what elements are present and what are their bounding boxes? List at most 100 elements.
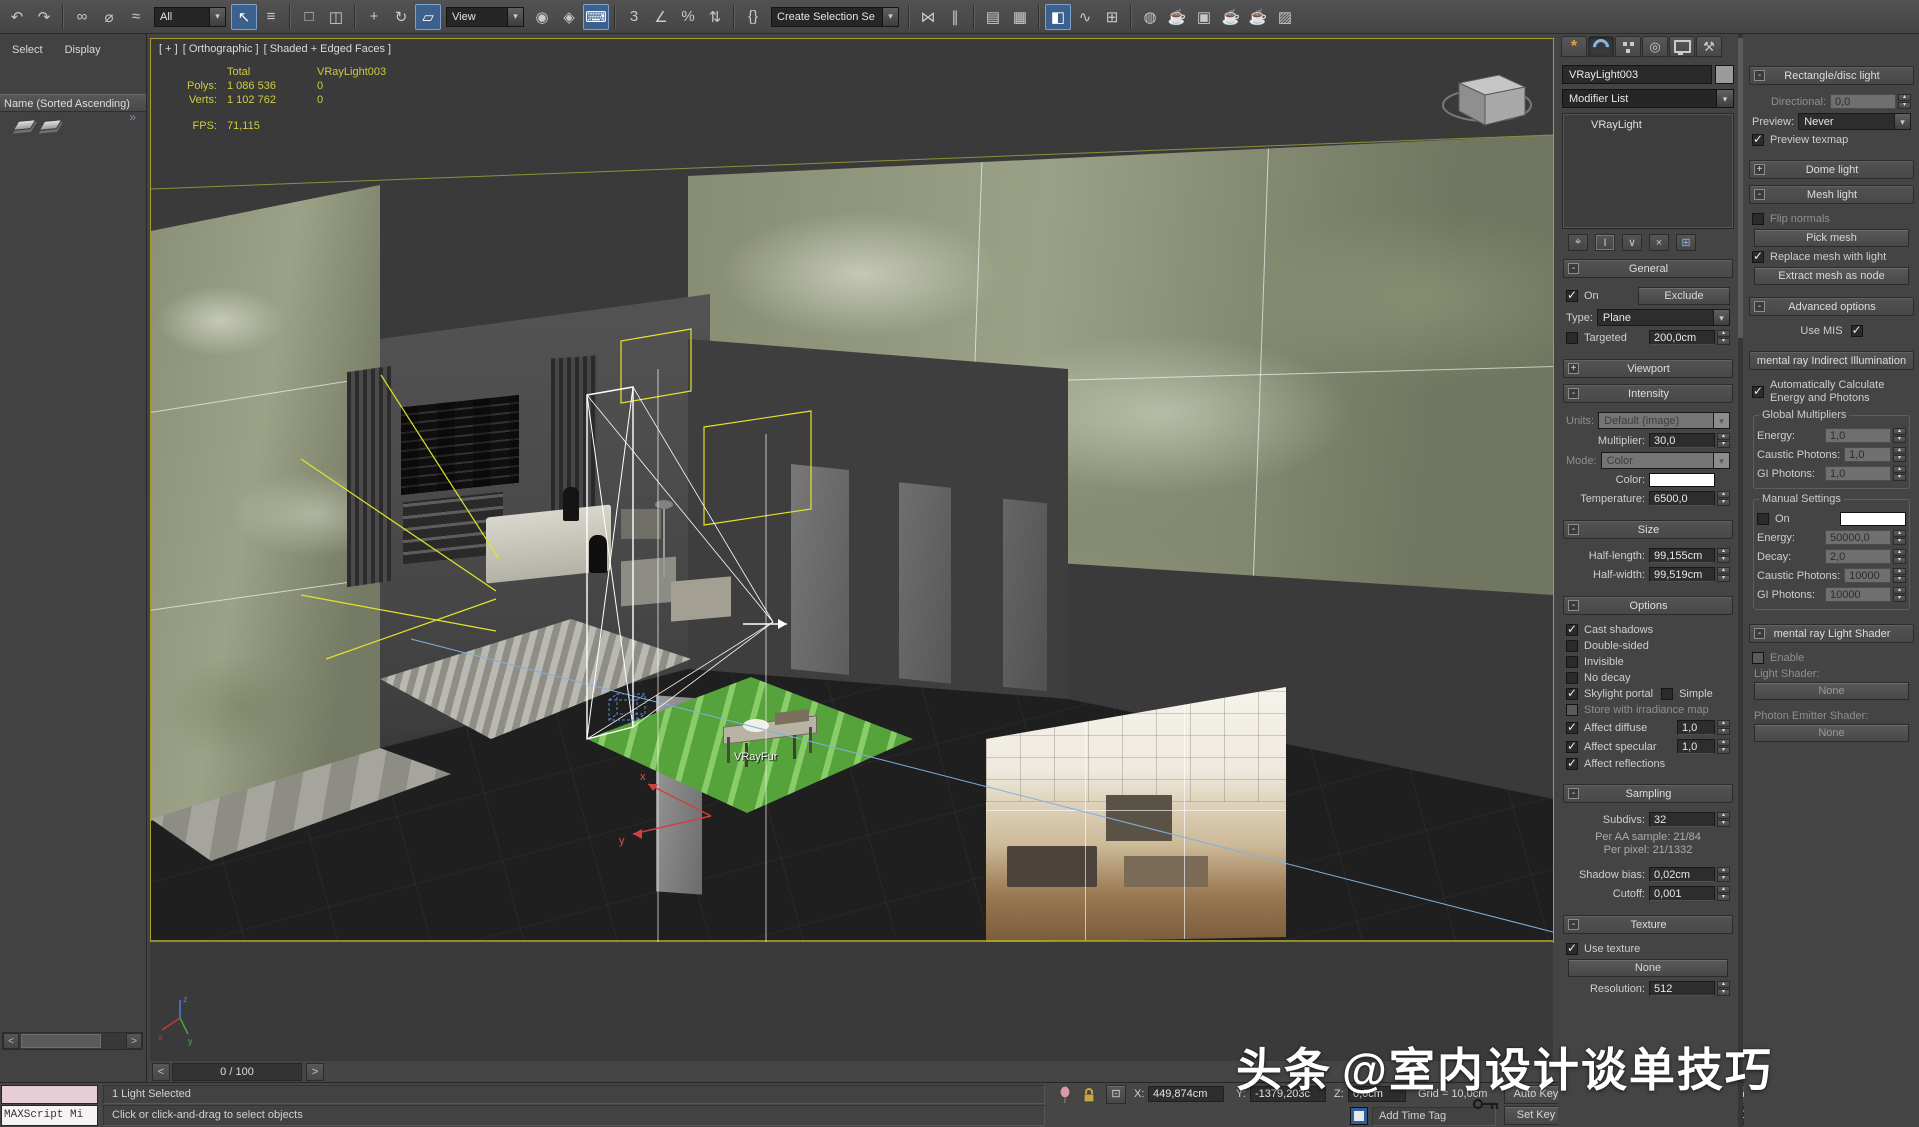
rendered-frame-icon[interactable]: ▣ <box>1191 4 1217 30</box>
command-panel-scrollbar[interactable] <box>1738 34 1743 1127</box>
modifier-stack-item[interactable]: VRayLight <box>1563 117 1733 134</box>
render-setup-icon[interactable]: ☕ <box>1164 4 1190 30</box>
extract-mesh-button[interactable]: Extract mesh as node <box>1754 267 1909 285</box>
cutoff-field[interactable]: 0,001 <box>1649 886 1715 901</box>
percent-snap-icon[interactable]: % <box>675 4 701 30</box>
reference-coordinate-dropdown[interactable]: View▾ <box>446 7 524 27</box>
skylight-portal-checkbox[interactable] <box>1566 688 1578 700</box>
rollout-viewport[interactable]: +Viewport <box>1563 359 1733 378</box>
tab-motion[interactable]: ◎ <box>1642 36 1668 57</box>
show-end-result-icon[interactable]: I <box>1595 234 1615 251</box>
texture-none-button[interactable]: None <box>1568 959 1728 977</box>
maxscript-mini-listener-pink[interactable] <box>1 1085 98 1104</box>
manual-color-swatch[interactable] <box>1840 512 1906 526</box>
environment-dialog-icon[interactable]: ▨ <box>1272 4 1298 30</box>
select-and-move-icon[interactable]: + <box>361 4 387 30</box>
collapse-icon[interactable]: - <box>1568 919 1579 930</box>
collapse-icon[interactable]: - <box>1568 524 1579 535</box>
use-pivot-center-icon[interactable]: ◉ <box>529 4 555 30</box>
scroll-left-icon[interactable]: < <box>3 1033 19 1049</box>
rollout-mesh-light[interactable]: -Mesh light <box>1749 185 1914 204</box>
scrollbar-thumb[interactable] <box>1738 38 1743 338</box>
mirror-icon[interactable]: ⋈ <box>915 4 941 30</box>
collapse-icon[interactable]: - <box>1754 628 1765 639</box>
collapse-icon[interactable]: - <box>1568 263 1579 274</box>
time-slider-field[interactable]: 0 / 100 <box>172 1063 302 1081</box>
collapse-icon[interactable]: - <box>1568 600 1579 611</box>
collapse-icon[interactable]: - <box>1568 788 1579 799</box>
subdivs-field[interactable]: 32 <box>1649 812 1715 827</box>
use-mis-checkbox[interactable] <box>1851 325 1863 337</box>
preview-texmap-checkbox[interactable] <box>1752 134 1764 146</box>
light-color-swatch[interactable] <box>1649 473 1715 487</box>
resolution-spinner[interactable]: ▴▾ <box>1717 981 1730 996</box>
named-selection-sets-dropdown[interactable]: Create Selection Se▾ <box>771 7 899 27</box>
preview-dropdown[interactable]: Never▾ <box>1798 113 1911 130</box>
half-width-field[interactable]: 99,519cm <box>1649 567 1715 582</box>
explorer-menu-display[interactable]: Display <box>65 44 101 56</box>
rollout-mr-light-shader[interactable]: -mental ray Light Shader <box>1749 624 1914 643</box>
rollout-mr-indirect-illumination[interactable]: mental ray Indirect Illumination <box>1749 351 1914 370</box>
scrollbar-thumb[interactable] <box>21 1034 101 1048</box>
ribbon-toggle-icon[interactable]: ▦ <box>1007 4 1033 30</box>
rollout-size[interactable]: -Size <box>1563 520 1733 539</box>
resolution-field[interactable]: 512 <box>1649 981 1715 996</box>
select-and-manipulate-icon[interactable]: ◈ <box>556 4 582 30</box>
pin-stack-icon[interactable]: ⌖ <box>1568 234 1588 251</box>
cast-shadows-checkbox[interactable] <box>1566 624 1578 636</box>
bind-to-space-warp-icon[interactable]: ≈ <box>123 4 149 30</box>
coord-x-field[interactable]: 449,874cm <box>1148 1086 1224 1102</box>
type-dropdown[interactable]: Plane▾ <box>1597 309 1730 326</box>
object-color-swatch[interactable] <box>1715 65 1734 84</box>
select-and-rotate-icon[interactable]: ↻ <box>388 4 414 30</box>
edit-named-selections-icon[interactable]: {} <box>740 4 766 30</box>
affect-specular-checkbox[interactable] <box>1566 741 1578 753</box>
select-by-name-icon[interactable]: ≡ <box>258 4 284 30</box>
viewcube[interactable] <box>1443 75 1531 125</box>
collapse-icon[interactable]: - <box>1754 189 1765 200</box>
explorer-horizontal-scrollbar[interactable]: < > <box>2 1032 143 1050</box>
rectangular-selection-icon[interactable]: □ <box>296 4 322 30</box>
affect-diffuse-checkbox[interactable] <box>1566 722 1578 734</box>
tab-display[interactable] <box>1669 36 1695 57</box>
shadow-bias-field[interactable]: 0,02cm <box>1649 867 1715 882</box>
targeted-checkbox[interactable] <box>1566 332 1578 344</box>
viewport-menu-shading[interactable]: [ Shaded + Edged Faces ] <box>264 43 392 55</box>
schematic-view-icon[interactable]: ⊞ <box>1099 4 1125 30</box>
half-length-spinner[interactable]: ▴▾ <box>1717 548 1730 563</box>
remove-modifier-icon[interactable]: × <box>1649 234 1669 251</box>
half-length-field[interactable]: 99,155cm <box>1649 548 1715 563</box>
material-editor-icon[interactable]: ◍ <box>1137 4 1163 30</box>
collapse-icon[interactable]: - <box>1754 70 1765 81</box>
collapse-icon[interactable]: - <box>1754 301 1765 312</box>
make-unique-icon[interactable]: ∨ <box>1622 234 1642 251</box>
tab-hierarchy[interactable] <box>1615 36 1641 57</box>
time-prev-icon[interactable]: < <box>152 1063 170 1081</box>
add-time-tag-icon[interactable] <box>1350 1107 1368 1125</box>
rollout-dome-light[interactable]: +Dome light <box>1749 160 1914 179</box>
no-decay-checkbox[interactable] <box>1566 672 1578 684</box>
rollout-advanced-options[interactable]: -Advanced options <box>1749 297 1914 316</box>
viewport-menu-pov[interactable]: [ Orthographic ] <box>183 43 259 55</box>
isolate-selection-icon[interactable] <box>1058 1086 1072 1104</box>
tab-modify[interactable] <box>1588 36 1614 57</box>
shadow-bias-spinner[interactable]: ▴▾ <box>1717 867 1730 882</box>
pick-mesh-button[interactable]: Pick mesh <box>1754 229 1909 247</box>
subdivs-spinner[interactable]: ▴▾ <box>1717 812 1730 827</box>
cutoff-spinner[interactable]: ▴▾ <box>1717 886 1730 901</box>
targeted-distance-field[interactable]: 200,0cm <box>1649 330 1715 345</box>
absolute-mode-toggle-icon[interactable]: ⊡ <box>1106 1085 1126 1104</box>
layer-icon[interactable] <box>12 119 36 131</box>
object-name-field[interactable]: VRayLight003 <box>1562 65 1712 84</box>
vraylight-plane-gizmo[interactable] <box>587 369 787 942</box>
select-and-link-icon[interactable]: ∞ <box>69 4 95 30</box>
selection-lock-icon[interactable] <box>1082 1087 1096 1103</box>
explorer-overflow-chevron-icon[interactable]: » <box>129 110 136 124</box>
window-crossing-icon[interactable]: ◫ <box>323 4 349 30</box>
rollout-texture[interactable]: -Texture <box>1563 915 1733 934</box>
redo-icon[interactable]: ↷ <box>31 4 57 30</box>
viewport[interactable]: x y [ + ] [ Orthographic ] [ Shaded + Ed… <box>150 38 1554 943</box>
tab-create[interactable]: * <box>1561 36 1587 57</box>
configure-modifier-sets-icon[interactable]: ⊞ <box>1676 234 1696 251</box>
keyboard-override-icon[interactable]: ⌨ <box>583 4 609 30</box>
